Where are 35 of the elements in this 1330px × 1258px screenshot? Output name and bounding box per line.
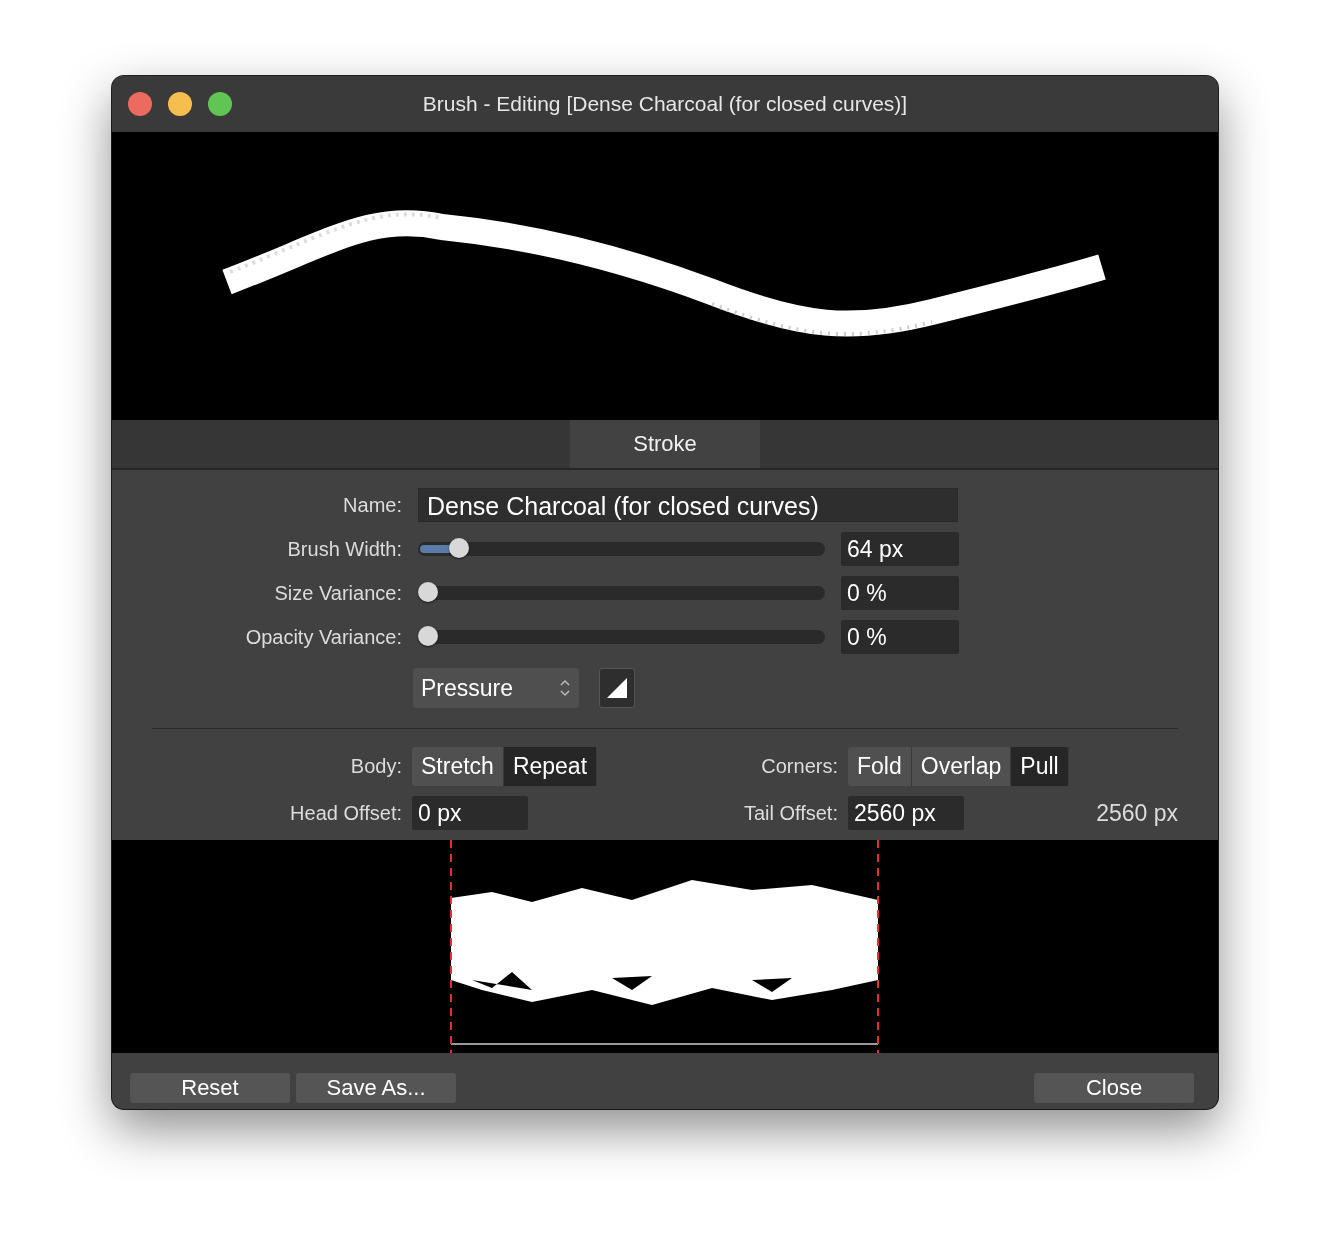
segment-button[interactable]: Stretch: [412, 747, 504, 786]
field-label: Body:: [349, 755, 402, 778]
field-label: Tail Offset:: [742, 801, 838, 825]
segment-button[interactable]: Fold: [848, 747, 912, 786]
value-field[interactable]: 0 %: [841, 620, 959, 654]
dialog-button[interactable]: Reset: [130, 1073, 290, 1103]
length-readout: 2560 px: [1095, 799, 1178, 827]
ramp-icon: [605, 676, 629, 700]
zoom-icon[interactable]: [208, 92, 232, 116]
slider-thumb[interactable]: [418, 626, 438, 646]
slider-label: Size Variance:: [273, 581, 402, 605]
dialog-button[interactable]: Save As...: [296, 1073, 456, 1103]
name-field[interactable]: Dense Charcoal (for closed curves): [418, 488, 958, 522]
slider-label: Opacity Variance:: [244, 625, 402, 649]
minimize-icon[interactable]: [168, 92, 192, 116]
field-label: Name:: [342, 493, 402, 517]
value-field[interactable]: 2560 px: [848, 796, 964, 830]
stepper-icon: [559, 677, 571, 699]
field-label: Corners:: [760, 755, 838, 778]
segment-button[interactable]: Pull: [1011, 747, 1069, 786]
value-field[interactable]: 0 px: [412, 796, 528, 830]
value-field[interactable]: 64 px: [841, 532, 959, 566]
curve-button[interactable]: [599, 668, 635, 708]
slider-label: Brush Width:: [286, 537, 402, 561]
window-title: Brush - Editing [Dense Charcoal (for closed curves)]: [422, 92, 908, 116]
slider-thumb[interactable]: [448, 538, 469, 558]
segment-button[interactable]: Repeat: [503, 747, 598, 786]
dialog-button[interactable]: Close: [1034, 1073, 1194, 1103]
tab[interactable]: Stroke: [570, 420, 760, 468]
segment-button[interactable]: Overlap: [911, 747, 1012, 786]
slider-thumb[interactable]: [418, 582, 438, 602]
controller-dropdown[interactable]: Pressure: [413, 668, 579, 708]
close-icon[interactable]: [128, 92, 152, 116]
value-field[interactable]: 0 %: [841, 576, 959, 610]
field-label: Head Offset:: [289, 801, 402, 825]
